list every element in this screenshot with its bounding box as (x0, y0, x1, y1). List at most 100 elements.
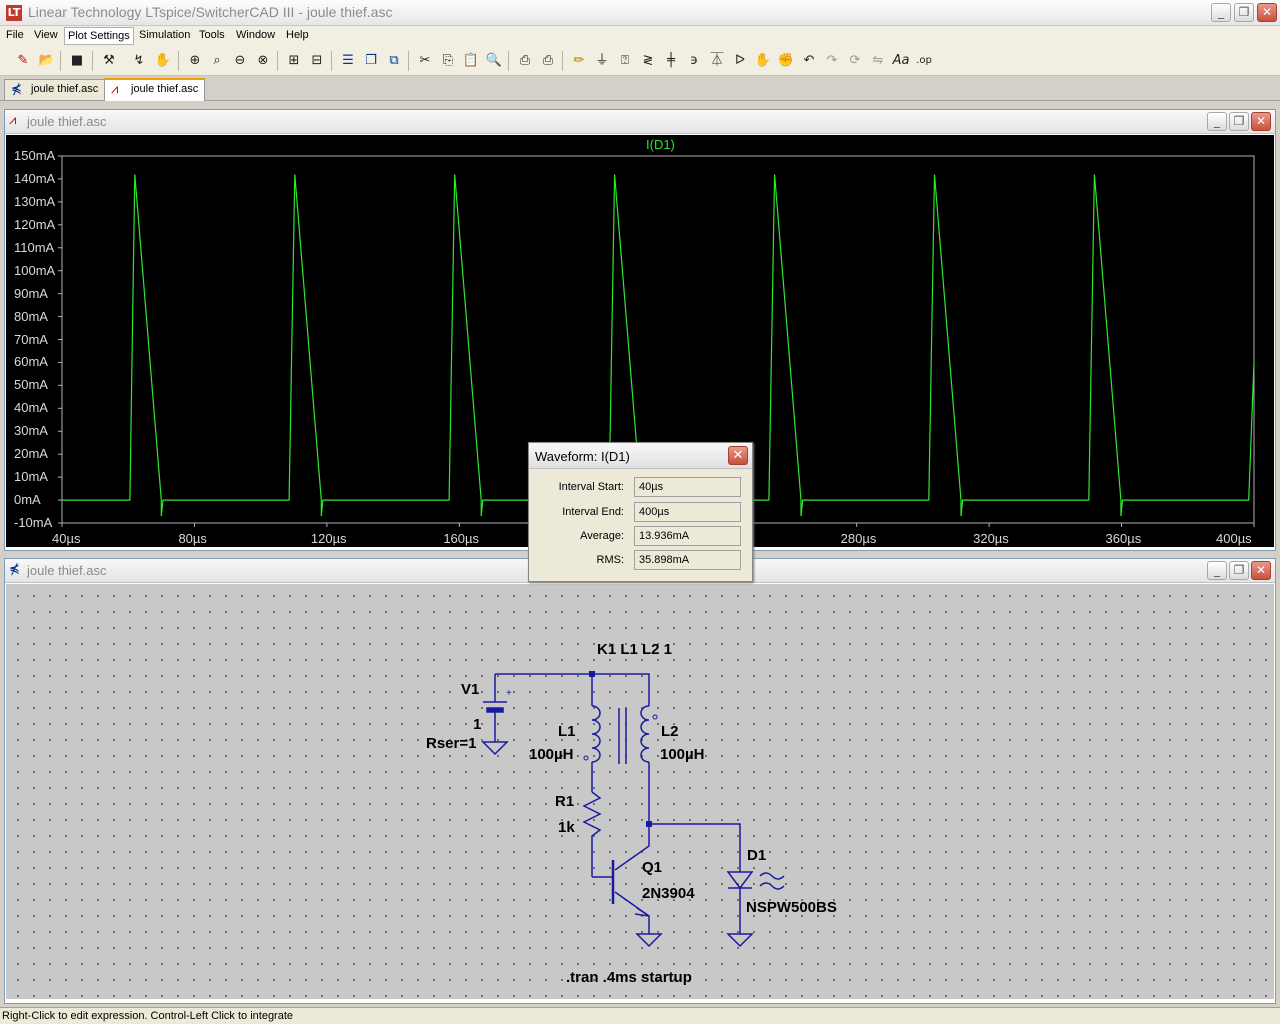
l1-name[interactable]: L1 (558, 723, 576, 740)
control-panel-icon[interactable]: ⚒ (100, 52, 118, 70)
print-setup-icon[interactable]: ⎙ (516, 52, 534, 70)
average-field[interactable]: 13.936mA (634, 526, 741, 546)
x-tick-label[interactable]: 280µs (841, 531, 877, 546)
save-icon[interactable]: ■ (68, 52, 86, 70)
cut-icon[interactable]: ✂ (416, 52, 434, 70)
x-tick-label[interactable]: 400µs (1216, 531, 1252, 546)
ground-icon[interactable]: ⏚ (593, 52, 611, 70)
resistor-icon[interactable]: ≷ (639, 52, 657, 70)
tile-horizontal-icon[interactable]: ☰ (339, 52, 357, 70)
x-tick-label[interactable]: 120µs (311, 531, 347, 546)
y-tick-label[interactable]: 80mA (14, 309, 62, 324)
y-tick-label[interactable]: 70mA (14, 332, 62, 347)
menu-window[interactable]: Window (236, 29, 275, 41)
redo-icon[interactable]: ↷ (823, 52, 841, 70)
capacitor-icon[interactable]: ╪ (662, 52, 680, 70)
paste-icon[interactable]: 📋 (462, 52, 480, 70)
diode-icon[interactable]: ⏄ (708, 52, 726, 70)
y-tick-label[interactable]: 0mA (14, 492, 62, 507)
x-tick-label[interactable]: 40µs (52, 531, 80, 546)
copy-icon[interactable]: ⎘ (439, 52, 457, 70)
zoom-area-icon[interactable]: ⌕ (208, 52, 226, 70)
coupling-label[interactable]: K1 L1 L2 1 (597, 641, 672, 658)
close-all-icon[interactable]: ⧉ (385, 52, 403, 70)
y-tick-label[interactable]: 10mA (14, 469, 62, 484)
r1-name[interactable]: R1 (555, 793, 574, 810)
y-tick-label[interactable]: 150mA (14, 148, 62, 163)
schematic-minimize-button[interactable]: _ (1207, 561, 1227, 580)
label-icon[interactable]: ⍰ (616, 52, 634, 70)
new-schematic-icon[interactable]: ✎ (14, 52, 32, 70)
v1-rser[interactable]: Rser=1 (426, 735, 476, 752)
autorange-icon[interactable]: ↯ (130, 52, 148, 70)
y-tick-label[interactable]: 40mA (14, 400, 62, 415)
zoom-fit-icon[interactable]: ⊗ (254, 52, 272, 70)
zoom-in-icon[interactable]: ⊕ (186, 52, 204, 70)
add-trace-icon[interactable]: ⊞ (285, 52, 303, 70)
q1-name[interactable]: Q1 (642, 859, 662, 876)
cascade-icon[interactable]: ❐ (362, 52, 380, 70)
menu-tools[interactable]: Tools (199, 29, 225, 41)
y-tick-label[interactable]: 140mA (14, 171, 62, 186)
v1-name[interactable]: V1 (461, 681, 479, 698)
drag-icon[interactable]: ✊ (777, 52, 795, 70)
menu-simulation[interactable]: Simulation (139, 29, 190, 41)
y-tick-label[interactable]: 110mA (14, 240, 62, 255)
y-tick-label[interactable]: 100mA (14, 263, 62, 278)
x-tick-label[interactable]: 160µs (443, 531, 479, 546)
r1-value[interactable]: 1k (558, 819, 575, 836)
y-tick-label[interactable]: 130mA (14, 194, 62, 209)
menu-file[interactable]: File (6, 29, 24, 41)
y-tick-label[interactable]: 120mA (14, 217, 62, 232)
schematic-canvas[interactable]: + K1 L1 L2 1 V1 1 Rser=1 L1 100µH L2 100… (6, 584, 1274, 999)
plot-close-button[interactable]: ✕ (1251, 112, 1271, 131)
menu-plot-settings[interactable]: Plot Settings (64, 27, 134, 45)
find-icon[interactable]: 🔍 (485, 52, 503, 70)
l2-value[interactable]: 100µH (660, 746, 705, 763)
plot-restore-button[interactable]: ❐ (1229, 112, 1249, 131)
y-tick-label[interactable]: 30mA (14, 423, 62, 438)
tab-schematic[interactable]: ⋠ joule thief.asc (4, 79, 106, 100)
move-icon[interactable]: ✋ (754, 52, 772, 70)
restore-button[interactable]: ❐ (1234, 3, 1254, 22)
y-tick-label[interactable]: 20mA (14, 446, 62, 461)
zoom-out-icon[interactable]: ⊖ (231, 52, 249, 70)
text-icon[interactable]: Aa (892, 52, 910, 70)
delete-trace-icon[interactable]: ⊟ (308, 52, 326, 70)
open-icon[interactable]: 📂 (38, 52, 56, 70)
d1-name[interactable]: D1 (747, 847, 766, 864)
menu-help[interactable]: Help (286, 29, 309, 41)
print-icon[interactable]: ⎙ (539, 52, 557, 70)
menu-view[interactable]: View (34, 29, 58, 41)
v1-value[interactable]: 1 (473, 716, 481, 733)
l2-name[interactable]: L2 (661, 723, 679, 740)
inductor-icon[interactable]: ϶ (685, 52, 703, 70)
y-tick-label[interactable]: 90mA (14, 286, 62, 301)
minimize-button[interactable]: _ (1211, 3, 1231, 22)
schematic-restore-button[interactable]: ❐ (1229, 561, 1249, 580)
x-tick-label[interactable]: 320µs (973, 531, 1009, 546)
close-button[interactable]: ✕ (1257, 3, 1277, 22)
x-tick-label[interactable]: 360µs (1106, 531, 1142, 546)
rms-field[interactable]: 35.898mA (634, 550, 741, 570)
pan-icon[interactable]: ✋ (154, 52, 172, 70)
l1-value[interactable]: 100µH (529, 746, 574, 763)
plot-minimize-button[interactable]: _ (1207, 112, 1227, 131)
q1-model[interactable]: 2N3904 (642, 885, 695, 902)
y-tick-label[interactable]: 50mA (14, 377, 62, 392)
component-icon[interactable]: ᐅ (731, 52, 749, 70)
wire-icon[interactable]: ✏ (570, 52, 588, 70)
tab-waveform[interactable]: ⩘ joule thief.asc (104, 78, 206, 101)
mirror-icon[interactable]: ⇋ (869, 52, 887, 70)
schematic-close-button[interactable]: ✕ (1251, 561, 1271, 580)
interval-end-field[interactable]: 400µs (634, 502, 741, 522)
spice-directive-icon[interactable]: .op (915, 52, 933, 70)
y-tick-label[interactable]: -10mA (14, 515, 62, 530)
x-tick-label[interactable]: 80µs (178, 531, 206, 546)
y-tick-label[interactable]: 60mA (14, 354, 62, 369)
interval-start-field[interactable]: 40µs (634, 477, 741, 497)
rotate-icon[interactable]: ⟳ (846, 52, 864, 70)
d1-model[interactable]: NSPW500BS (746, 899, 837, 916)
undo-icon[interactable]: ↶ (800, 52, 818, 70)
waveform-dialog-close-button[interactable]: ✕ (728, 446, 748, 465)
